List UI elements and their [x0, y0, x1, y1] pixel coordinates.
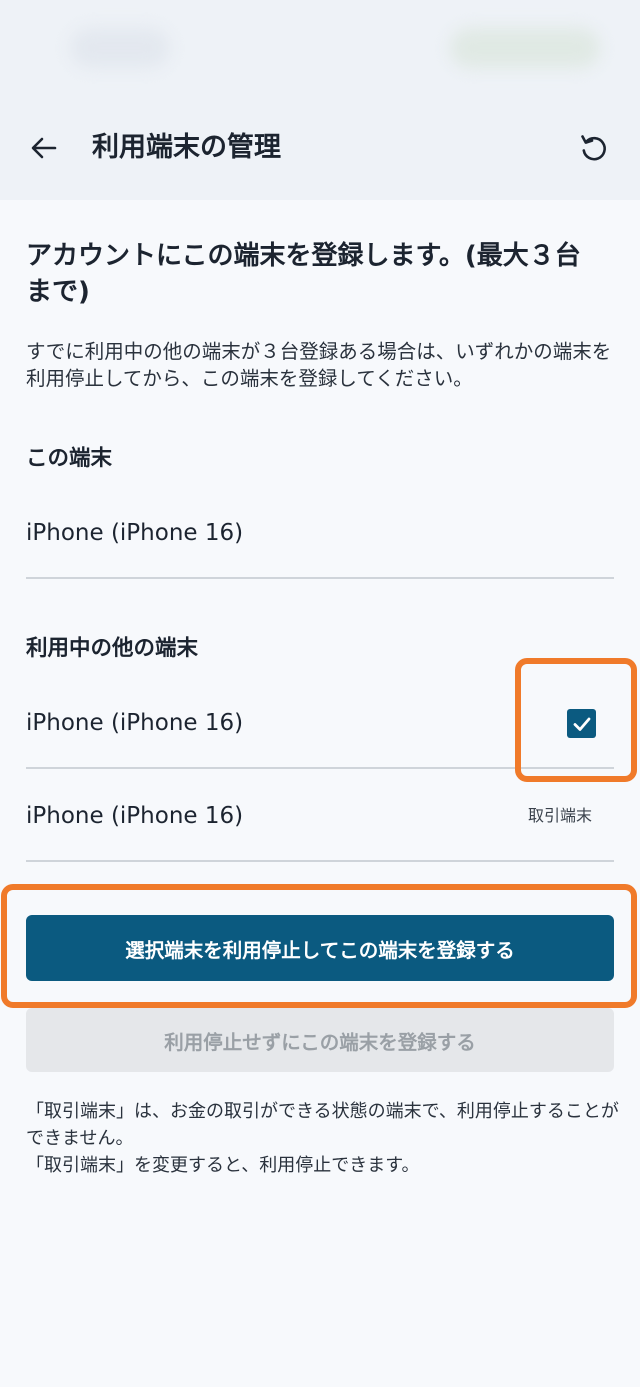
trade-device-badge: 取引端末: [527, 806, 592, 825]
page-title: 利用端末の管理: [92, 132, 281, 163]
status-bar-right-blurred: [450, 28, 600, 68]
this-device-name: iPhone (iPhone 16): [26, 520, 244, 546]
other-devices-section-label: 利用中の他の端末: [26, 636, 199, 661]
other-device-name: iPhone (iPhone 16): [26, 710, 244, 736]
refresh-icon: [581, 135, 606, 161]
registration-headline: アカウントにこの端末を登録します。(最大３台まで): [26, 241, 581, 307]
back-button[interactable]: [22, 126, 66, 170]
this-device-row: iPhone (iPhone 16): [26, 487, 614, 579]
trade-device-note: 「取引端末」は、お金の取引ができる状態の端末で、利用停止することができません。 …: [26, 1098, 626, 1179]
checkbox-highlight-box: [515, 658, 637, 782]
status-bar-left-blurred: [70, 28, 170, 68]
registration-description: すでに利用中の他の端末が３台登録ある場合は、いずれかの端末を利用停止してから、こ…: [26, 340, 612, 390]
register-without-deactivation-button[interactable]: 利用停止せずにこの端末を登録する: [26, 1008, 614, 1072]
note-line: 「取引端末」は、お金の取引ができる状態の端末で、利用停止することができません。: [26, 1101, 619, 1149]
note-line: 「取引端末」を変更すると、利用停止できます。: [26, 1155, 420, 1176]
other-device-name: iPhone (iPhone 16): [26, 803, 244, 829]
this-device-section-label: この端末: [26, 446, 113, 471]
refresh-button[interactable]: [572, 126, 616, 170]
arrow-left-icon: [31, 137, 57, 159]
other-device-row: iPhone (iPhone 16) 取引端末: [26, 770, 614, 862]
app-header: 利用端末の管理: [0, 96, 640, 200]
primary-button-highlight-box: [1, 884, 637, 1008]
status-bar: [0, 0, 640, 96]
